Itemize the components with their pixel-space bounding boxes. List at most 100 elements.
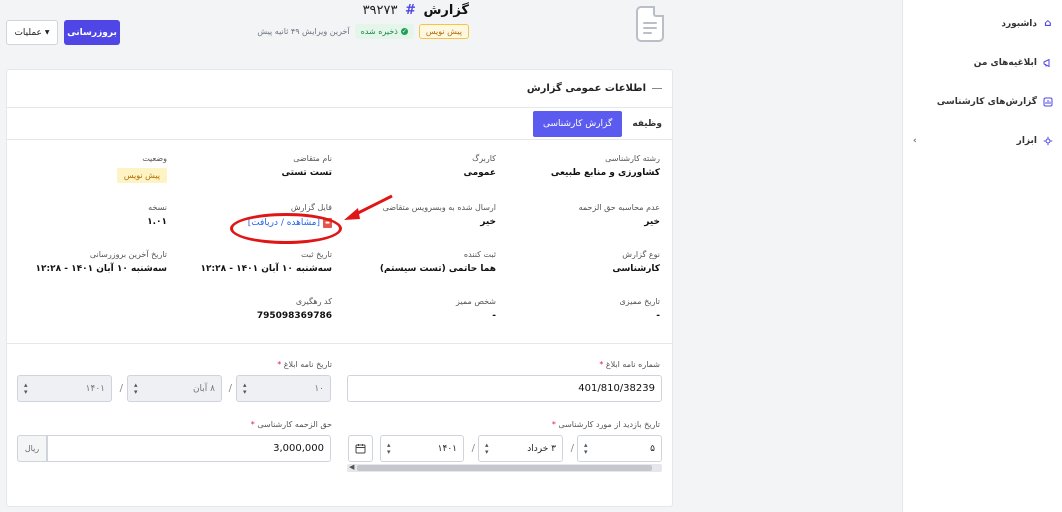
report-number: ۳۹۲۷۳ (362, 3, 398, 18)
month-value: ۳ خرداد (527, 443, 556, 454)
field-value: - (492, 311, 496, 321)
field-label: وضعیت (142, 154, 167, 163)
expert-fee-input[interactable]: 3,000,000 (47, 435, 331, 462)
up-down-icon: ▴ ▾ (243, 380, 247, 396)
update-button[interactable]: بروزرسانی (64, 20, 120, 45)
tab-task[interactable]: وظیفه (632, 119, 662, 129)
date-separator: / (471, 443, 475, 454)
field-value: خیر (644, 217, 660, 227)
last-edit-time: آخرین ویرایش ۴۹ ثانیه پیش (257, 27, 350, 36)
scroll-left-icon: ◀ (349, 463, 355, 471)
check-circle-icon: ✓ (400, 28, 408, 35)
field-value: 795098369786 (256, 311, 332, 321)
visit-date-day-select[interactable]: ۵ ▴ ▾ (577, 435, 662, 462)
card-title: اطلاعات عمومی گزارش (526, 83, 646, 94)
field-audit-date: تاریخ ممیزی - (620, 297, 660, 321)
section-divider (7, 343, 672, 344)
field-value: سه‌شنبه ۱۰ آبان ۱۴۰۱ - ۱۲:۲۸ (200, 264, 332, 274)
year-value: ۱۴۰۱ (437, 443, 457, 454)
draft-badge: پیش نویس (418, 24, 469, 39)
field-value: هما حاتمی (تست سیستم) (379, 264, 496, 274)
calendar-icon (355, 444, 366, 454)
chevron-left-icon: › (913, 135, 917, 146)
field-value: کارشناسی (612, 264, 660, 274)
field-label: تاریخ ثبت (301, 250, 332, 259)
sidebar-item-tools[interactable]: ابزار › (903, 121, 1062, 160)
tab-bar: وظیفه گزارش کارشناسی (7, 108, 672, 140)
annotation-arrow (344, 194, 393, 220)
tab-expert-report[interactable]: گزارش کارشناسی (532, 110, 623, 137)
sidebar-item-label: گزارش‌های کارشناسی (936, 96, 1037, 107)
field-no-fee: عدم محاسبه حق الزحمه خیر (579, 203, 660, 227)
scrollbar-thumb[interactable] (357, 465, 652, 471)
currency-addon: ریال (17, 435, 47, 462)
field-applicant-name: نام متقاضی تست تستی (281, 154, 332, 178)
field-tracking-code: کد رهگیری 795098369786 (257, 297, 332, 321)
field-value: تست تستی (281, 168, 332, 178)
field-value: کشاورزی و منابع طبیعی (550, 168, 660, 178)
field-last-update: تاریخ آخرین بروزرسانی سه‌شنبه ۱۰ آبان ۱۴… (36, 250, 167, 274)
up-down-icon: ▴ ▾ (24, 380, 28, 396)
field-label: ارسال شده به وبسرویس متقاضی (382, 203, 496, 212)
notice-number-input[interactable]: 401/810/38239 (347, 375, 662, 402)
field-label: رشته کارشناسی (605, 154, 660, 163)
saved-badge: ✓ ذخیره شده (354, 24, 414, 39)
tools-icon (1043, 136, 1053, 146)
required-mark: * (551, 420, 556, 429)
up-down-icon: ▴ ▾ (584, 440, 588, 456)
date-separator: / (228, 383, 232, 394)
sidebar: ⌂ داشبورد ابلاغیه‌های من گزارش‌های کارشن… (902, 0, 1062, 512)
page-title-label: گزارش (423, 3, 469, 18)
notice-date-month-select[interactable]: ۸ آبان ▴ ▾ (127, 375, 222, 402)
up-down-icon: ▴ ▾ (387, 440, 391, 456)
home-icon: ⌂ (1044, 17, 1052, 29)
field-expert-field: رشته کارشناسی کشاورزی و منابع طبیعی (551, 154, 660, 178)
notice-date-day-select[interactable]: ۱۰ ▴ ▾ (236, 375, 331, 402)
field-sent-ws: ارسال شده به وبسرویس متقاضی خیر (383, 203, 496, 227)
field-label: تاریخ بازدید از مورد کارشناسی (558, 420, 660, 429)
sidebar-item-dashboard[interactable]: ⌂ داشبورد (903, 4, 1062, 43)
field-label: نوع گزارش (622, 250, 660, 259)
field-label: کاربرگ (472, 154, 496, 163)
year-value: ۱۴۰۱ (85, 383, 105, 394)
horizontal-scrollbar[interactable]: ◀ (347, 463, 662, 472)
day-value: ۵ (650, 443, 655, 454)
notice-number-label: شماره نامه ابلاغ * (599, 360, 660, 369)
calendar-button[interactable] (348, 435, 373, 462)
field-label: نام متقاضی (293, 154, 332, 163)
document-icon (636, 6, 664, 42)
field-label: حق الزحمه کارشناسی (257, 420, 332, 429)
dash-icon (652, 88, 662, 89)
field-label: فایل گزارش (290, 203, 332, 212)
sidebar-item-expert-reports[interactable]: گزارش‌های کارشناسی (903, 82, 1062, 121)
visit-date-month-select[interactable]: ۳ خرداد ▴ ▾ (478, 435, 563, 462)
up-down-icon: ▴ ▾ (485, 440, 489, 456)
date-separator: / (570, 443, 574, 454)
notice-date-label: تاریخ نامه ابلاغ * (277, 360, 332, 369)
field-label: شخص ممیز (456, 297, 496, 306)
field-label: تاریخ نامه ابلاغ (283, 360, 332, 369)
notice-date-year-select[interactable]: ۱۴۰۱ ▴ ▾ (17, 375, 112, 402)
visit-date-year-select[interactable]: ۱۴۰۱ ▴ ▾ (380, 435, 464, 462)
saved-badge-label: ذخیره شده (360, 27, 398, 36)
field-label: تاریخ آخرین بروزرسانی (89, 250, 167, 259)
megaphone-icon (1043, 58, 1053, 68)
operations-dropdown[interactable]: عملیات ▼ (6, 20, 58, 45)
required-mark: * (250, 420, 255, 429)
field-report-type: نوع گزارش کارشناسی (612, 250, 660, 274)
up-down-icon: ▴ ▾ (134, 380, 138, 396)
field-status: وضعیت پیش نویس (116, 154, 167, 183)
required-mark: * (599, 360, 604, 369)
hash-symbol: # (405, 3, 416, 18)
field-value: عمومی (463, 168, 496, 178)
sidebar-item-my-notices[interactable]: ابلاغیه‌های من (903, 43, 1062, 82)
status-badges: پیش نویس ✓ ذخیره شده آخرین ویرایش ۴۹ ثان… (257, 24, 469, 39)
field-registrar: ثبت کننده هما حاتمی (تست سیستم) (380, 250, 496, 274)
field-label: کد رهگیری (295, 297, 332, 306)
month-value: ۸ آبان (192, 383, 215, 394)
operations-label: عملیات (14, 27, 42, 38)
page-title: گزارش # ۳۹۲۷۳ (363, 3, 469, 18)
sidebar-item-label: داشبورد (1001, 18, 1037, 29)
required-mark: * (277, 360, 282, 369)
sidebar-item-label: ابزار (1016, 135, 1037, 146)
